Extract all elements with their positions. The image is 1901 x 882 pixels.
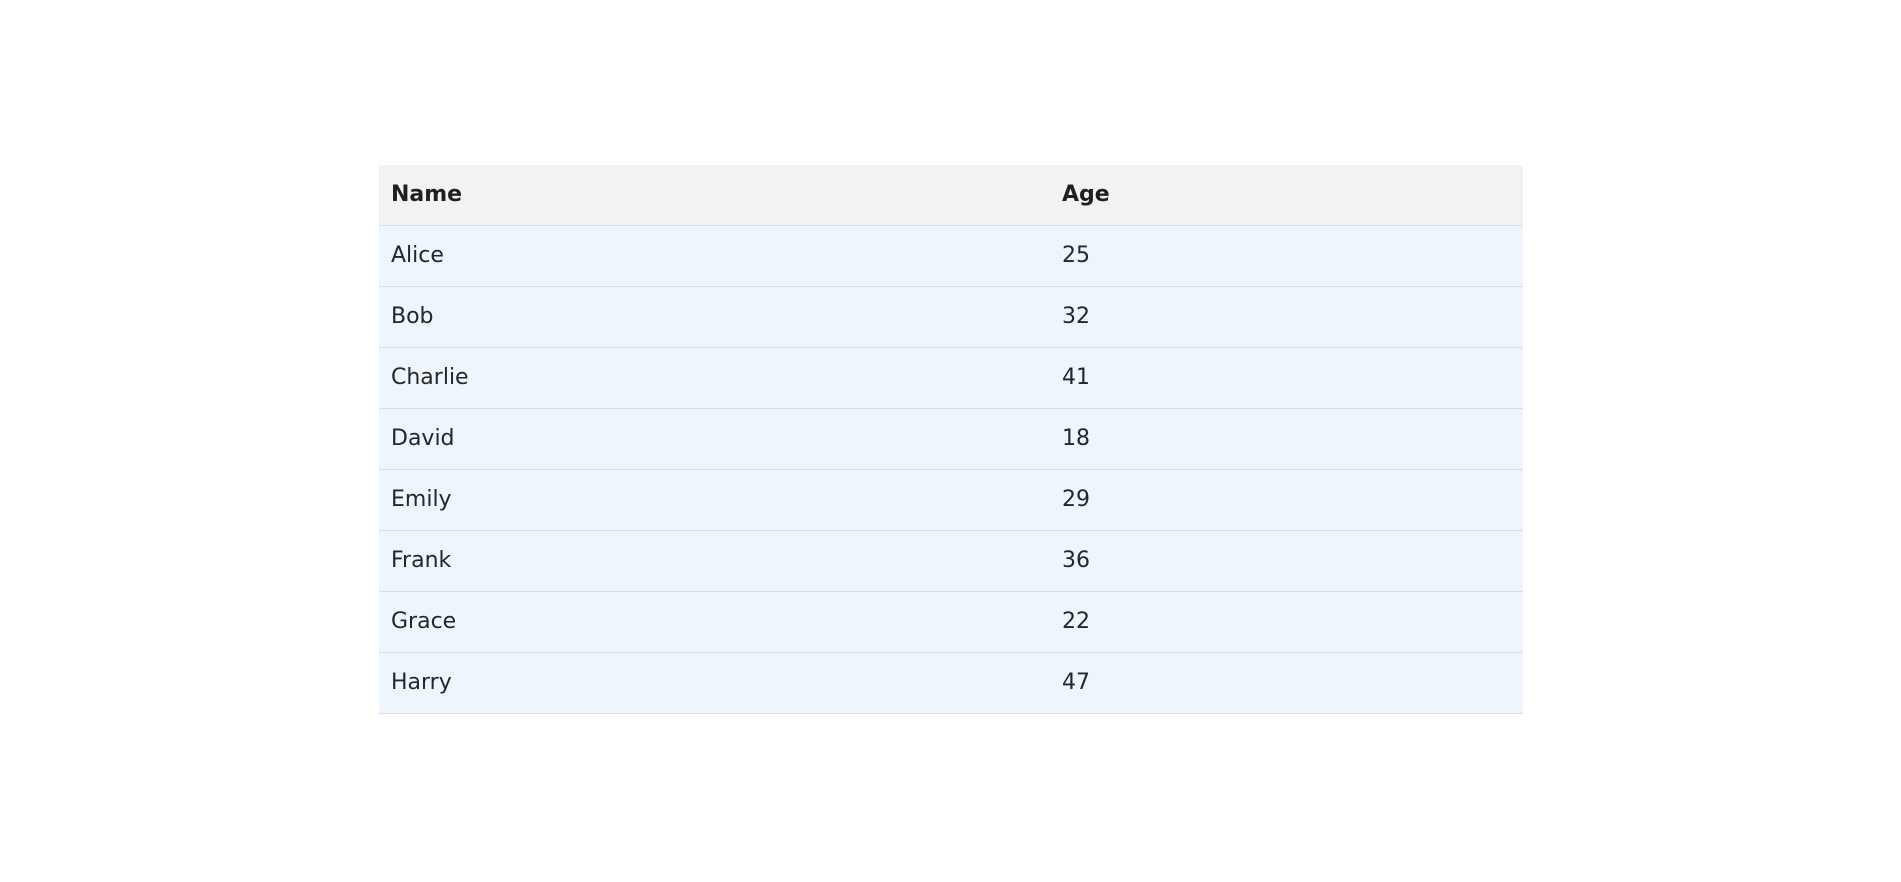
cell-age: 47 xyxy=(1050,652,1523,714)
header-row: Name Age xyxy=(379,165,1523,226)
table-row: Harry 47 xyxy=(379,652,1523,714)
cell-name: Grace xyxy=(379,591,1050,653)
page: Name Age Alice 25 Bob 32 Charlie 41 Davi… xyxy=(0,0,1901,882)
table-body: Alice 25 Bob 32 Charlie 41 David 18 Emil… xyxy=(379,225,1523,714)
column-header-age: Age xyxy=(1050,165,1523,226)
table-row: Emily 29 xyxy=(379,469,1523,531)
cell-age: 29 xyxy=(1050,469,1523,531)
cell-age: 18 xyxy=(1050,408,1523,470)
table-row: Bob 32 xyxy=(379,286,1523,348)
cell-age: 25 xyxy=(1050,225,1523,287)
cell-name: David xyxy=(379,408,1050,470)
cell-name: Alice xyxy=(379,225,1050,287)
cell-age: 22 xyxy=(1050,591,1523,653)
cell-name: Charlie xyxy=(379,347,1050,409)
cell-age: 36 xyxy=(1050,530,1523,592)
people-table: Name Age Alice 25 Bob 32 Charlie 41 Davi… xyxy=(379,165,1523,714)
cell-name: Emily xyxy=(379,469,1050,531)
table-row: Alice 25 xyxy=(379,225,1523,287)
cell-name: Bob xyxy=(379,286,1050,348)
cell-name: Frank xyxy=(379,530,1050,592)
table-row: Charlie 41 xyxy=(379,347,1523,409)
table-row: Grace 22 xyxy=(379,591,1523,653)
cell-age: 32 xyxy=(1050,286,1523,348)
table-header: Name Age xyxy=(379,165,1523,226)
table-row: David 18 xyxy=(379,408,1523,470)
column-header-name: Name xyxy=(379,165,1050,226)
people-table-container: Name Age Alice 25 Bob 32 Charlie 41 Davi… xyxy=(379,165,1523,714)
cell-name: Harry xyxy=(379,652,1050,714)
table-row: Frank 36 xyxy=(379,530,1523,592)
cell-age: 41 xyxy=(1050,347,1523,409)
